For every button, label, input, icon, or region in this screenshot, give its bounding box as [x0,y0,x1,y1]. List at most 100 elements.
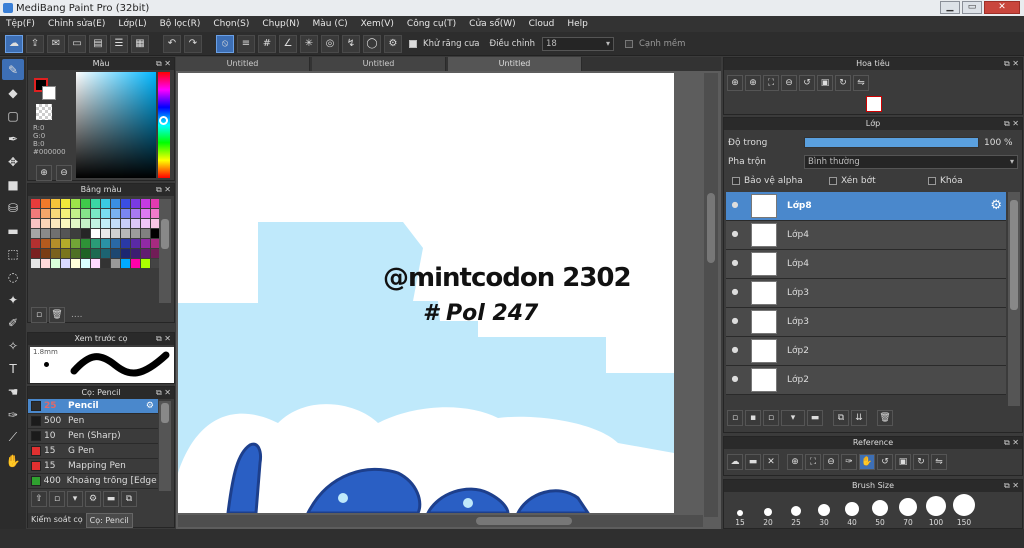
zoom-reset-icon[interactable]: ⊕ [727,75,743,91]
palette-swatch[interactable] [61,229,70,238]
palette-swatch[interactable] [131,209,140,218]
layer-panel-controls-icon[interactable]: ⧉ ✕ [1004,118,1019,130]
reference-fit-icon[interactable]: ⛶ [805,454,821,470]
palette-swatch[interactable] [31,229,40,238]
menu-window[interactable]: Cửa sổ(W) [469,19,515,29]
curve-snap-icon[interactable]: ↯ [342,34,360,53]
palette-swatch[interactable] [131,219,140,228]
brush-size-option[interactable]: 100 [922,496,950,527]
hue-handle-icon[interactable] [159,116,168,125]
layer-visibility-icon[interactable]: ● [729,374,741,386]
palette-swatch[interactable] [81,219,90,228]
palette-swatch[interactable] [121,219,130,228]
palette-swatch[interactable] [51,209,60,218]
eraser-tool-icon[interactable]: ◆ [2,82,24,103]
zoom-out-icon[interactable]: ⊖ [781,75,797,91]
new-layer-icon[interactable]: ▫ [727,410,743,426]
palette-swatch[interactable] [51,199,60,208]
palette-swatch[interactable] [111,219,120,228]
brush-settings-icon[interactable]: ⚙ [85,491,101,507]
add-color-icon[interactable]: ⊕ [36,165,52,181]
layer-visibility-icon[interactable]: ● [729,200,741,212]
navigator-thumbnail[interactable] [866,96,882,112]
brush-size-option[interactable]: 30 [810,504,838,527]
layer-row[interactable]: ● Lớp3 [726,279,1006,308]
flip-horizontal-icon[interactable]: ⇋ [853,75,869,91]
layer-row[interactable]: ● Lớp3 [726,308,1006,337]
palette-swatch[interactable] [61,259,70,268]
palette-swatch[interactable] [31,249,40,258]
divide-tool-icon[interactable]: ⟋ [2,427,24,448]
brush-scrollbar[interactable] [159,401,171,491]
palette-panel-controls-icon[interactable]: ⧉ ✕ [156,184,171,196]
move-tool-icon[interactable]: ✥ [2,151,24,172]
redo-icon[interactable]: ↷ [184,34,202,53]
reference-hand-icon[interactable]: ✋ [859,454,875,470]
palette-swatch[interactable] [71,219,80,228]
brush-tool-icon[interactable]: ✎ [2,59,24,80]
palette-swatch[interactable] [101,209,110,218]
layer-row[interactable]: ● Lớp8 ⚙ [726,192,1006,221]
parallel-snap-icon[interactable]: ≡ [237,34,255,53]
palette-swatch[interactable] [141,209,150,218]
reference-eyedropper-icon[interactable]: ✑ [841,454,857,470]
bucket-tool-icon[interactable]: ⛁ [2,197,24,218]
menu-snap[interactable]: Chụp(N) [262,19,299,29]
reference-rotate-right-icon[interactable]: ↻ [913,454,929,470]
palette-swatch[interactable] [101,239,110,248]
brush-item[interactable]: 10 Pen (Sharp) [28,429,158,444]
color-settings-icon[interactable]: ⊖ [56,165,72,181]
brush-size-option[interactable]: 50 [866,500,894,527]
color-sv-picker[interactable] [76,72,156,178]
menu-cloud[interactable]: Cloud [529,19,555,29]
menu-color[interactable]: Màu (C) [313,19,348,29]
brush-panel-controls-icon[interactable]: ⧉ ✕ [156,387,171,399]
palette-swatch[interactable] [111,239,120,248]
hand-tool-icon[interactable]: ✋ [2,450,24,471]
palette-swatch[interactable] [51,219,60,228]
brush-item[interactable]: 400 Khoảng trống [Edge I [28,474,158,489]
palette-swatch[interactable] [111,259,120,268]
palette-swatch[interactable] [61,209,70,218]
rotate-right-icon[interactable]: ↻ [835,75,851,91]
menu-tools[interactable]: Công cụ(T) [407,19,456,29]
palette-scrollbar[interactable] [159,199,171,303]
share-icon[interactable]: ⇪ [26,34,44,53]
new-palette-icon[interactable]: ▫ [31,307,47,323]
gradient-tool-icon[interactable]: ▬ [2,220,24,241]
palette-swatch[interactable] [41,239,50,248]
palette-swatch[interactable] [101,259,110,268]
comment-icon[interactable]: ✉ [47,34,65,53]
palette-swatch[interactable] [111,229,120,238]
text-tool-icon[interactable]: T [2,358,24,379]
brush-copy-icon[interactable]: ⧉ [121,491,137,507]
layer-visibility-icon[interactable]: ● [729,258,741,270]
layer-row[interactable]: ● Lớp2 [726,337,1006,366]
palette-swatch[interactable] [141,199,150,208]
tab-untitled-3[interactable]: Untitled [448,57,582,71]
menu-view[interactable]: Xem(V) [361,19,394,29]
canvas-vertical-scrollbar[interactable] [704,73,718,517]
reference-zoom-out-icon[interactable]: ⊖ [823,454,839,470]
palette-swatch[interactable] [121,259,130,268]
palette-swatch[interactable] [131,199,140,208]
select-pen-tool-icon[interactable]: ✐ [2,312,24,333]
brush-size-option[interactable]: 20 [754,508,782,527]
brush-add-icon[interactable]: ▾ [67,491,83,507]
palette-swatch[interactable] [91,219,100,228]
brush-item[interactable]: 500 Pen [28,414,158,429]
brush-size-option[interactable]: 15 [726,510,754,527]
palette-swatch[interactable] [131,229,140,238]
palette-swatch[interactable] [101,229,110,238]
brush-new-icon[interactable]: ▫ [49,491,65,507]
palette-swatch[interactable] [121,199,130,208]
palette-swatch[interactable] [51,259,60,268]
merge-layer-icon[interactable]: ⇊ [851,410,867,426]
palette-swatch[interactable] [41,259,50,268]
blend-mode-select[interactable]: Bình thường [804,155,1018,169]
angle-snap-icon[interactable]: ∠ [279,34,297,53]
delete-palette-icon[interactable]: 🗑 [49,307,65,323]
preview-panel-controls-icon[interactable]: ⧉ ✕ [156,333,171,345]
select-eraser-tool-icon[interactable]: ✧ [2,335,24,356]
drawing-canvas[interactable]: @mintcodon 2302 # Pol 247 [178,73,674,513]
